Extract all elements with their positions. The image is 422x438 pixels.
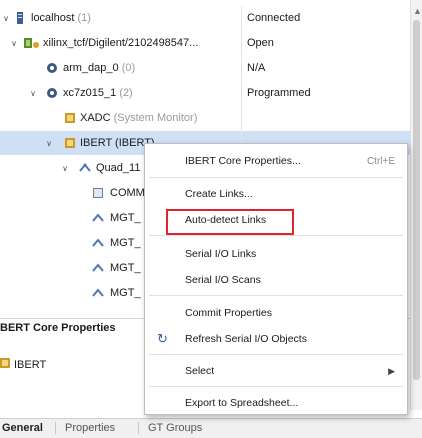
expand-toggle-icon[interactable]: ∨ [9, 39, 19, 48]
menu-item-refresh-serial-io-objects[interactable]: ↻ Refresh Serial I/O Objects [145, 328, 407, 350]
menu-item-label: Commit Properties [185, 307, 272, 319]
tree-label: Quad_11 [96, 162, 141, 174]
expand-toggle-icon[interactable]: ∨ [44, 139, 54, 148]
tree-label: MGT_ [110, 262, 141, 274]
tree-label: MGT_ [110, 237, 141, 249]
ip-core-icon [64, 112, 76, 124]
menu-item-label: Serial I/O Scans [185, 274, 261, 286]
menu-separator [149, 235, 403, 236]
mgt-icon [92, 237, 104, 249]
mgt-icon [92, 262, 104, 274]
tree-row-arm-dap[interactable]: arm_dap_0 (0) N/A [0, 56, 410, 80]
expand-toggle-icon[interactable]: ∨ [28, 89, 38, 98]
tree-label: MGT_ [110, 287, 141, 299]
tree-label: xilinx_tcf/Digilent/2102498547... [43, 37, 199, 49]
panel-item-label: IBERT [14, 358, 47, 371]
server-icon [14, 12, 26, 24]
mgt-icon [92, 287, 104, 299]
tab-properties[interactable]: Properties [65, 422, 115, 434]
menu-item-commit-properties[interactable]: Commit Properties [145, 302, 407, 324]
chip-icon [46, 87, 58, 99]
tree-label: xc7z015_1 (2) [63, 87, 133, 99]
menu-item-label: Serial I/O Links [185, 248, 257, 260]
menu-separator [149, 354, 403, 355]
menu-separator [149, 295, 403, 296]
expand-toggle-icon[interactable]: ∨ [60, 164, 70, 173]
tab-divider [138, 422, 139, 434]
tree-row-device[interactable]: ∨ xc7z015_1 (2) Programmed [0, 81, 410, 105]
menu-separator [149, 177, 403, 178]
tree-label: localhost (1) [31, 12, 91, 24]
vertical-scrollbar[interactable]: ▲ [410, 0, 422, 410]
scrollbar-thumb[interactable] [413, 20, 420, 380]
menu-separator [149, 386, 403, 387]
mgt-icon [92, 212, 104, 224]
context-menu: IBERT Core Properties... Ctrl+E Create L… [144, 143, 408, 415]
status-text: Programmed [247, 87, 311, 99]
quad-icon [79, 162, 91, 174]
tab-bar: General Properties GT Groups [0, 418, 422, 438]
tab-general[interactable]: General [2, 422, 43, 434]
scroll-up-icon[interactable]: ▲ [413, 6, 422, 16]
chip-icon [46, 62, 58, 74]
tree-label: XADC (System Monitor) [80, 112, 198, 124]
status-text: Connected [247, 12, 301, 24]
panel-item-ibert[interactable]: IBERT [0, 358, 46, 371]
menu-item-label: Select [185, 365, 215, 377]
submenu-arrow-icon: ▶ [388, 365, 395, 376]
menu-item-serial-io-scans[interactable]: Serial I/O Scans [145, 269, 407, 291]
tree-label: arm_dap_0 (0) [63, 62, 136, 74]
refresh-icon: ↻ [157, 331, 168, 346]
menu-item-export-to-spreadsheet[interactable]: Export to Spreadsheet... [145, 392, 407, 414]
comm-icon [92, 187, 104, 199]
menu-item-label: IBERT Core Properties... [185, 155, 301, 167]
highlight-box [166, 209, 294, 235]
tree-row-xadc[interactable]: XADC (System Monitor) [0, 106, 410, 130]
menu-item-select[interactable]: Select ▶ [145, 360, 407, 382]
tab-gt-groups[interactable]: GT Groups [148, 422, 202, 434]
expand-toggle-icon[interactable]: ∨ [1, 14, 11, 23]
status-text: N/A [247, 62, 266, 74]
ip-core-icon [64, 137, 76, 149]
menu-item-create-links[interactable]: Create Links... [145, 183, 407, 205]
tree-label: MGT_ [110, 212, 141, 224]
menu-item-label: Refresh Serial I/O Objects [185, 333, 307, 345]
menu-shortcut: Ctrl+E [366, 155, 395, 167]
tree-row-localhost[interactable]: ∨ localhost (1) Connected [0, 6, 410, 30]
tree-row-cable[interactable]: ∨ xilinx_tcf/Digilent/2102498547... Open [0, 31, 410, 55]
status-text: Open [247, 37, 274, 49]
tree-label: COMM [110, 187, 145, 199]
menu-item-ibert-core-properties[interactable]: IBERT Core Properties... Ctrl+E [145, 150, 407, 172]
menu-item-label: Create Links... [185, 188, 253, 200]
menu-item-label: Export to Spreadsheet... [185, 397, 299, 409]
cable-icon [24, 37, 40, 49]
ip-core-icon [0, 358, 10, 371]
tab-divider [55, 422, 56, 434]
menu-item-serial-io-links[interactable]: Serial I/O Links [145, 243, 407, 265]
panel-title: BERT Core Properties [0, 322, 116, 334]
